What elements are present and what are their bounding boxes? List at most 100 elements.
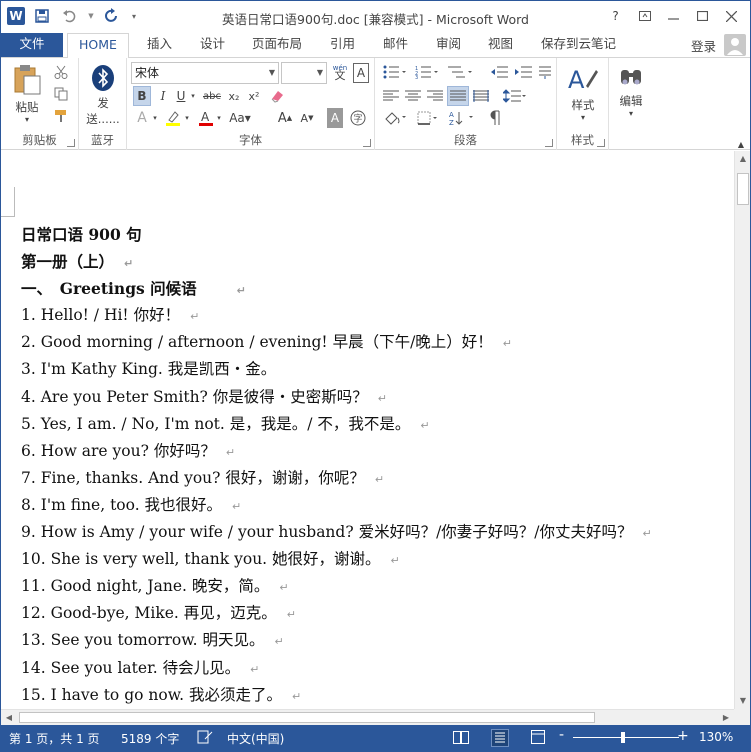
- paragraph-mark: ↵: [390, 554, 400, 568]
- page-count[interactable]: 第 1 页，共 1 页: [9, 730, 100, 747]
- line-spacing-icon[interactable]: [501, 86, 529, 106]
- doc-line-text: 7. Fine, thanks. And you? 很好，谢谢，你呢？: [21, 468, 365, 487]
- align-right-icon[interactable]: [425, 86, 445, 106]
- tab-home[interactable]: HOME: [67, 33, 129, 58]
- horizontal-scrollbar[interactable]: ◀ ▶: [1, 709, 734, 725]
- phonetic-guide-button[interactable]: wén 文: [331, 62, 349, 82]
- underline-dropdown-icon[interactable]: ▾: [189, 86, 197, 106]
- bold-button[interactable]: B: [133, 86, 151, 106]
- vertical-scroll-thumb[interactable]: [737, 173, 749, 205]
- borders-icon[interactable]: [415, 108, 441, 128]
- horizontal-scroll-thumb[interactable]: [19, 712, 595, 723]
- styles-button[interactable]: A 样式 ▾: [563, 64, 603, 122]
- distributed-icon[interactable]: [471, 86, 491, 106]
- numbering-icon[interactable]: 123: [413, 62, 441, 82]
- highlight-icon[interactable]: [163, 108, 183, 128]
- paste-button[interactable]: 粘贴 ▾: [9, 64, 45, 124]
- align-left-icon[interactable]: [381, 86, 401, 106]
- multilevel-list-icon[interactable]: [445, 62, 475, 82]
- minimize-icon[interactable]: [659, 4, 688, 28]
- justify-icon[interactable]: [447, 86, 469, 106]
- bullets-icon[interactable]: [381, 62, 409, 82]
- close-icon[interactable]: [717, 4, 746, 28]
- doc-line: 10. She is very well, thank you. 她很好，谢谢。…: [21, 546, 726, 573]
- svg-text:字: 字: [354, 113, 363, 125]
- scroll-up-icon[interactable]: ▲: [735, 151, 750, 167]
- underline-button[interactable]: U: [173, 86, 189, 106]
- avatar[interactable]: [724, 34, 746, 56]
- clipboard-launcher-icon[interactable]: [67, 139, 75, 147]
- font-color-dropdown-icon[interactable]: ▾: [215, 108, 223, 128]
- subscript-button[interactable]: x₂: [225, 86, 243, 106]
- character-border-icon[interactable]: A: [353, 63, 369, 83]
- increase-indent-icon[interactable]: [513, 62, 535, 82]
- text-effects-dropdown-icon[interactable]: ▾: [151, 108, 159, 128]
- grow-font-icon[interactable]: A ▲: [277, 108, 293, 128]
- bluetooth-send-button[interactable]: 发 送......: [83, 64, 123, 127]
- format-painter-icon[interactable]: [51, 106, 71, 126]
- proofing-icon[interactable]: [197, 730, 213, 747]
- italic-button[interactable]: I: [155, 86, 171, 106]
- font-size-combo[interactable]: ▼: [281, 62, 327, 84]
- cut-icon[interactable]: [51, 62, 71, 82]
- font-launcher-icon[interactable]: [363, 139, 371, 147]
- language-status[interactable]: 中文(中国): [227, 730, 284, 747]
- superscript-button[interactable]: x²: [245, 86, 263, 106]
- tab-file[interactable]: 文件: [1, 33, 63, 57]
- styles-launcher-icon[interactable]: [597, 139, 605, 147]
- tab-page-layout[interactable]: 页面布局: [252, 33, 302, 57]
- print-layout-icon[interactable]: [491, 729, 509, 747]
- show-hide-marks-icon[interactable]: [483, 108, 505, 128]
- zoom-slider-thumb[interactable]: [621, 732, 625, 743]
- doc-line-text: 15. I have to go now. 我必须走了。: [21, 685, 282, 704]
- paragraph-mark: ↵: [279, 581, 289, 595]
- shading-icon[interactable]: [381, 108, 409, 128]
- strikethrough-button[interactable]: abc: [201, 86, 223, 106]
- align-center-icon[interactable]: [403, 86, 423, 106]
- document-content[interactable]: 日常口语 900 句 第一册（上） ↵ 一、 Greetings 问候语 ↵ 1. …: [21, 221, 726, 709]
- maximize-icon[interactable]: [688, 4, 717, 28]
- vertical-scrollbar[interactable]: ▲ ▼: [734, 151, 750, 709]
- font-name-combo[interactable]: 宋体 ▼: [131, 62, 279, 84]
- scroll-down-icon[interactable]: ▼: [735, 693, 750, 709]
- enclose-characters-icon[interactable]: 字: [349, 108, 367, 128]
- read-mode-icon[interactable]: [453, 731, 469, 747]
- group-paragraph: 123 A Z 段落: [375, 58, 557, 150]
- copy-icon[interactable]: [51, 84, 71, 104]
- shrink-font-icon[interactable]: A ▼: [299, 108, 315, 128]
- zoom-out-button[interactable]: -: [559, 727, 564, 743]
- zoom-in-button[interactable]: +: [677, 728, 689, 744]
- help-button[interactable]: ?: [601, 4, 630, 28]
- doc-line: 5. Yes, I am. / No, I'm not. 是，我是。/ 不，我不…: [21, 411, 726, 438]
- ribbon-display-options-icon[interactable]: [630, 4, 659, 28]
- web-layout-icon[interactable]: [531, 730, 545, 747]
- tab-save-to-cloud[interactable]: 保存到云笔记: [541, 33, 616, 57]
- zoom-level[interactable]: 130%: [699, 730, 733, 744]
- scroll-right-icon[interactable]: ▶: [718, 710, 734, 726]
- zoom-slider-track[interactable]: [573, 737, 679, 738]
- login-link[interactable]: 登录: [691, 36, 716, 55]
- sort-icon[interactable]: AZ: [447, 108, 477, 128]
- tab-view[interactable]: 视图: [488, 33, 513, 57]
- word-count[interactable]: 5189 个字: [121, 730, 179, 747]
- document-area[interactable]: 日常口语 900 句 第一册（上） ↵ 一、 Greetings 问候语 ↵ 1. …: [1, 151, 734, 709]
- tab-mailings[interactable]: 邮件: [383, 33, 408, 57]
- editing-button[interactable]: 编辑 ▾: [611, 64, 651, 118]
- highlight-dropdown-icon[interactable]: ▾: [183, 108, 191, 128]
- chinese-layout-icon[interactable]: [537, 62, 553, 82]
- doc-line: 13. See you tomorrow. 明天见。 ↵: [21, 627, 726, 654]
- clear-formatting-icon[interactable]: [267, 86, 287, 106]
- change-case-button[interactable]: Aa▾: [227, 108, 253, 128]
- character-shading-icon[interactable]: A: [327, 108, 343, 128]
- tab-design[interactable]: 设计: [200, 33, 225, 57]
- paragraph-launcher-icon[interactable]: [545, 139, 553, 147]
- text-effects-icon[interactable]: A: [133, 108, 151, 128]
- doc-line: 14. See you later. 待会儿见。 ↵: [21, 655, 726, 682]
- tab-references[interactable]: 引用: [330, 33, 355, 57]
- font-color-icon[interactable]: A: [197, 108, 215, 128]
- decrease-indent-icon[interactable]: [489, 62, 511, 82]
- tab-review[interactable]: 审阅: [436, 33, 461, 57]
- doc-line-text: 13. See you tomorrow. 明天见。: [21, 631, 265, 650]
- tab-insert[interactable]: 插入: [147, 33, 172, 57]
- scroll-left-icon[interactable]: ◀: [1, 710, 17, 726]
